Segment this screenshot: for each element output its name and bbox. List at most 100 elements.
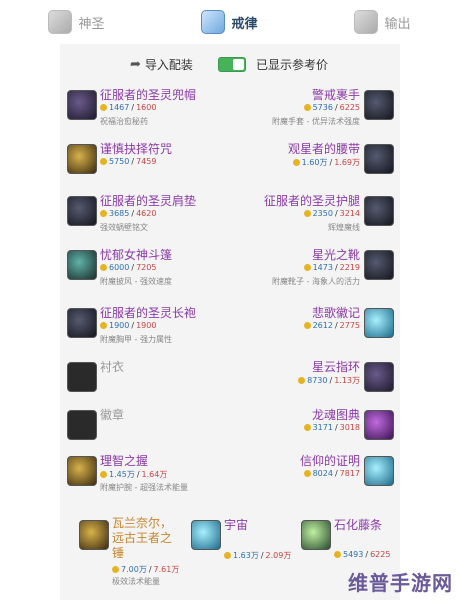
slot-wrist[interactable]: 理智之握 1.45万/1.64万 附魔护腕 - 超强法术能量 bbox=[62, 450, 228, 500]
offhand-item-icon[interactable] bbox=[191, 520, 221, 550]
price-reference: 2.09万 bbox=[265, 551, 292, 560]
tabard-item-icon[interactable] bbox=[67, 410, 97, 440]
trinket2-item-icon[interactable] bbox=[364, 456, 394, 486]
price-current: 7.00万 bbox=[121, 565, 147, 574]
price-reference: 6225 bbox=[339, 103, 360, 112]
price-separator: / bbox=[334, 209, 338, 218]
tab-damage-label: 输出 bbox=[384, 16, 411, 32]
back-item-icon[interactable] bbox=[67, 250, 97, 280]
legs-item-icon[interactable] bbox=[364, 196, 394, 226]
tab-damage[interactable]: 输出 bbox=[306, 0, 459, 44]
slot-ranged[interactable]: 石化藤条 5493/6225 bbox=[296, 514, 402, 564]
slot-trinket2[interactable]: 信仰的证明 8024/7817 bbox=[232, 450, 398, 500]
slot-legs[interactable]: 征服者的圣灵护腿 2350/3214 辉煌魔线 bbox=[232, 190, 398, 240]
price-separator: / bbox=[131, 157, 135, 166]
chest-item-icon[interactable] bbox=[67, 308, 97, 338]
trinket1-item-icon[interactable] bbox=[364, 410, 394, 440]
shoulder-item-icon[interactable] bbox=[67, 196, 97, 226]
gold-coin-icon bbox=[292, 159, 300, 166]
gold-coin-icon bbox=[224, 552, 231, 559]
mainhand-item-icon[interactable] bbox=[79, 520, 109, 550]
slot-feet[interactable]: 星光之靴 1473/2219 附魔靴子 - 海象人的活力 bbox=[232, 244, 398, 294]
slot-tabard[interactable]: 徽章 bbox=[62, 404, 228, 454]
price-reference: 3214 bbox=[339, 209, 360, 218]
head-item-icon[interactable] bbox=[67, 90, 97, 120]
price-current: 1.45万 bbox=[109, 470, 135, 479]
gold-coin-icon bbox=[303, 104, 311, 111]
item-price: 5493/6225 bbox=[334, 550, 390, 559]
slot-offhand[interactable]: 宇宙 1.63万/2.09万 bbox=[186, 514, 292, 564]
price-separator: / bbox=[131, 263, 135, 272]
item-price: 1473/2219 bbox=[303, 263, 360, 272]
slot-waist[interactable]: 观星者的腰带 1.60万/1.69万 bbox=[232, 138, 398, 188]
slot-head[interactable]: 征服者的圣灵兜帽 1467/1600 祝福治愈秘药 bbox=[62, 84, 228, 134]
item-name: 瓦兰奈尔，远古王者之锤 bbox=[112, 516, 173, 560]
wrist-item-icon[interactable] bbox=[67, 456, 97, 486]
item-price: 8024/7817 bbox=[303, 469, 360, 478]
ring2-item-icon[interactable] bbox=[364, 362, 394, 392]
price-reference: 6225 bbox=[370, 550, 391, 559]
item-enchant: 附魔手套 - 优异法术强度 bbox=[272, 117, 360, 126]
slot-trinket1[interactable]: 龙魂图典 3171/3018 bbox=[232, 404, 398, 454]
item-price: 1.63万/2.09万 bbox=[224, 550, 291, 561]
price-separator: / bbox=[334, 423, 338, 432]
show-price-toggle[interactable] bbox=[218, 57, 246, 72]
item-enchant: 祝福治愈秘药 bbox=[100, 117, 148, 126]
slot-shoulder[interactable]: 征服者的圣灵肩垫 3685/4620 强效蜗壁铭文 bbox=[62, 190, 228, 240]
tab-holy[interactable]: 神圣 bbox=[0, 0, 153, 44]
gold-coin-icon bbox=[112, 566, 119, 573]
gold-coin-icon bbox=[100, 210, 107, 217]
item-name: 龙魂图典 bbox=[311, 408, 360, 422]
import-loadout-button[interactable]: ➦ 导入配装 bbox=[130, 56, 193, 73]
slot-mainhand[interactable]: 瓦兰奈尔，远古王者之锤 7.00万/7.61万 极效法术能量 bbox=[74, 514, 180, 586]
item-name: 衬衣 bbox=[100, 360, 125, 374]
gold-coin-icon bbox=[100, 322, 107, 329]
item-name: 征服者的圣灵兜帽 bbox=[100, 88, 197, 102]
slot-chest[interactable]: 征服者的圣灵长袍 1900/1900 附魔胸甲 - 强力属性 bbox=[62, 302, 228, 352]
gold-coin-icon bbox=[303, 210, 311, 217]
hands-item-icon[interactable] bbox=[364, 90, 394, 120]
item-enchant: 辉煌魔线 bbox=[328, 223, 360, 232]
slot-ring2[interactable]: 星云指环 8730/1.13万 bbox=[232, 356, 398, 406]
item-price: 1.60万/1.69万 bbox=[292, 157, 360, 168]
tab-discipline-label: 戒律 bbox=[231, 16, 258, 32]
tab-discipline[interactable]: 戒律 bbox=[153, 0, 306, 44]
waist-item-icon[interactable] bbox=[364, 144, 394, 174]
neck-item-icon[interactable] bbox=[67, 144, 97, 174]
item-name: 理智之握 bbox=[100, 454, 149, 468]
item-price: 8730/1.13万 bbox=[298, 375, 360, 386]
ranged-item-icon[interactable] bbox=[301, 520, 331, 550]
price-separator: / bbox=[148, 565, 152, 574]
price-separator: / bbox=[136, 470, 140, 479]
price-reference: 1900 bbox=[136, 321, 157, 330]
price-current: 5736 bbox=[312, 103, 333, 112]
gold-coin-icon bbox=[303, 470, 311, 477]
price-current: 3685 bbox=[109, 209, 130, 218]
slot-back[interactable]: 忧郁女神斗篷 6000/7205 附魔披风 - 强效速度 bbox=[62, 244, 228, 294]
slot-ring1[interactable]: 悲歌徽记 2612/2775 bbox=[232, 302, 398, 352]
share-arrow-icon: ➦ bbox=[130, 57, 141, 72]
price-reference: 7205 bbox=[136, 263, 157, 272]
price-current: 1900 bbox=[109, 321, 130, 330]
item-name: 忧郁女神斗篷 bbox=[100, 248, 173, 262]
price-reference: 7817 bbox=[339, 469, 360, 478]
item-price: 3685/4620 bbox=[100, 209, 156, 218]
price-reference: 7459 bbox=[136, 157, 157, 166]
price-reference: 1.13万 bbox=[334, 376, 360, 385]
item-name: 征服者的圣灵肩垫 bbox=[100, 194, 197, 208]
gold-coin-icon bbox=[303, 322, 311, 329]
spec-tabs: 神圣 戒律 输出 bbox=[0, 0, 459, 44]
slot-hands[interactable]: 警戒裹手 5736/6225 附魔手套 - 优异法术强度 bbox=[232, 84, 398, 134]
shirt-item-icon[interactable] bbox=[67, 362, 97, 392]
gold-coin-icon bbox=[100, 104, 107, 111]
gold-coin-icon bbox=[303, 424, 311, 431]
item-price: 1.45万/1.64万 bbox=[100, 469, 167, 480]
price-current: 1473 bbox=[312, 263, 333, 272]
slot-neck[interactable]: 谨慎抉择符咒 5750/7459 bbox=[62, 138, 228, 188]
price-current: 6000 bbox=[109, 263, 130, 272]
slot-shirt[interactable]: 衬衣 bbox=[62, 356, 228, 406]
item-name: 征服者的圣灵护腿 bbox=[263, 194, 360, 208]
item-enchant: 极效法术能量 bbox=[112, 577, 160, 586]
feet-item-icon[interactable] bbox=[364, 250, 394, 280]
ring1-item-icon[interactable] bbox=[364, 308, 394, 338]
